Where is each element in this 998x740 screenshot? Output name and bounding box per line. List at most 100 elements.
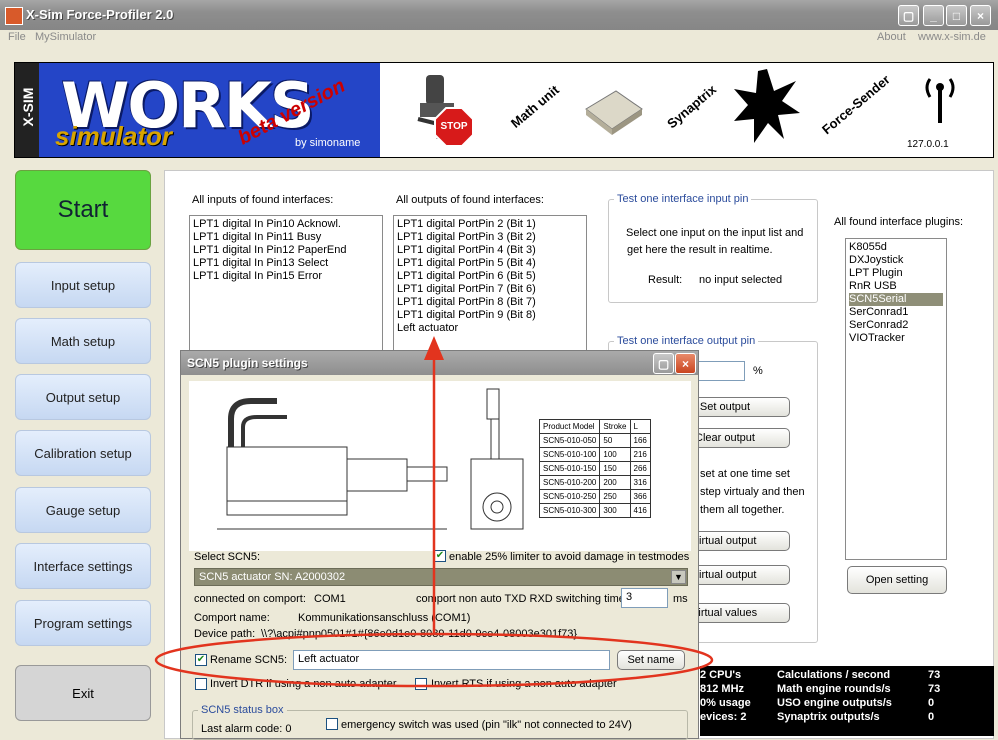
list-item[interactable]: LPT1 digital PortPin 4 (Bit 3) — [397, 244, 583, 257]
list-item[interactable]: LPT1 digital In Pin11 Busy — [193, 231, 379, 244]
list-item[interactable]: LPT1 digital PortPin 2 (Bit 1) — [397, 218, 583, 231]
list-item[interactable]: DXJoystick — [849, 254, 943, 267]
menu-file[interactable]: File — [8, 31, 26, 43]
math-unit-text: Math unit — [507, 82, 562, 131]
start-button[interactable]: Start — [15, 170, 151, 250]
switching-time-label: comport non auto TXD RXD switching time — [416, 593, 625, 605]
stat-mhz: 812 MHz — [700, 683, 745, 695]
dialog-close-button[interactable]: × — [675, 353, 696, 374]
list-item[interactable]: Left actuator — [397, 322, 583, 335]
invert-rts-checkbox[interactable] — [415, 678, 427, 690]
stats-panel: 2 CPU's 812 MHz 0% usage evices: 2 Calcu… — [700, 666, 994, 736]
list-item[interactable]: LPT1 digital PortPin 5 (Bit 4) — [397, 257, 583, 270]
table-row: SCN5-010-200 200 316 — [538, 475, 651, 490]
switching-time-input[interactable]: 3 — [621, 588, 668, 608]
website-link[interactable]: www.x-sim.de — [918, 31, 986, 43]
list-item[interactable]: LPT1 digital In Pin15 Error — [193, 270, 379, 283]
menu-about[interactable]: About — [877, 31, 906, 43]
calibration-setup-button[interactable]: Calibration setup — [15, 430, 151, 476]
set-name-button[interactable]: Set name — [617, 650, 685, 670]
math-setup-button[interactable]: Math setup — [15, 318, 151, 364]
ip-address: 127.0.0.1 — [907, 139, 949, 150]
test-output-title: Test one interface output pin — [614, 335, 759, 347]
dialog-restore-button[interactable]: ▢ — [653, 353, 674, 374]
output-setup-button[interactable]: Output setup — [15, 374, 151, 420]
test-input-title: Test one interface input pin — [614, 193, 752, 205]
cpu-icon — [585, 90, 643, 135]
outputs-list[interactable]: LPT1 digital PortPin 2 (Bit 1) LPT1 digi… — [393, 215, 587, 355]
minimize-button[interactable]: _ — [923, 5, 944, 26]
close-button[interactable]: × — [970, 5, 991, 26]
rename-checkbox[interactable]: ✔ — [195, 654, 207, 666]
by-text: by simoname — [295, 137, 361, 149]
list-item[interactable]: LPT1 digital In Pin13 Select — [193, 257, 379, 270]
chevron-down-icon[interactable]: ▼ — [671, 570, 686, 584]
exit-button[interactable]: Exit — [15, 665, 151, 721]
result-value: no input selected — [699, 274, 783, 286]
list-item[interactable]: SerConrad2 — [849, 319, 943, 332]
list-item[interactable]: LPT1 digital In Pin12 PaperEnd — [193, 244, 379, 257]
rename-input[interactable]: Left actuator — [293, 650, 610, 670]
dialog-title-bar: SCN5 plugin settings ▢ × — [181, 351, 698, 375]
stat-value-uso: 0 — [928, 697, 935, 709]
inputs-list[interactable]: LPT1 digital In Pin10 Acknowl. LPT1 digi… — [189, 215, 383, 355]
stop-text: STOP — [440, 121, 468, 132]
table-cell: 300 — [599, 503, 631, 518]
list-item[interactable]: LPT1 digital PortPin 9 (Bit 8) — [397, 309, 583, 322]
burst-icon — [734, 69, 800, 143]
list-item[interactable]: RnR USB — [849, 280, 943, 293]
product-model-table: Product Model Stroke L SCN5-010-050 50 1… — [538, 419, 651, 518]
table-cell: 200 — [599, 475, 631, 490]
scn5-select[interactable]: SCN5 actuator SN: A2000302 ▼ — [194, 568, 688, 586]
program-settings-button[interactable]: Program settings — [15, 600, 151, 646]
input-setup-button[interactable]: Input setup — [15, 262, 151, 308]
actuator-side-view-icon — [217, 398, 448, 530]
output-percent-input[interactable] — [697, 361, 745, 381]
maximize-button[interactable]: □ — [946, 5, 967, 26]
stat-devices: evices: 2 — [700, 711, 747, 723]
list-item-selected[interactable]: SCN5Serial — [849, 293, 943, 306]
table-cell: 166 — [629, 433, 651, 448]
plugins-label: All found interface plugins: — [834, 216, 964, 228]
table-header: Stroke — [599, 419, 631, 434]
banner: X-SIM WORKS simulator beta version by si… — [14, 62, 994, 158]
gauge-setup-button[interactable]: Gauge setup — [15, 487, 151, 533]
table-cell: 150 — [599, 461, 631, 476]
list-item[interactable]: K8055d — [849, 241, 943, 254]
test-input-desc2: get here the result in realtime. — [627, 244, 773, 256]
restore-icon[interactable]: ▢ — [898, 5, 919, 26]
table-cell: SCN5-010-050 — [538, 433, 601, 448]
test-output-text3: them all together. — [700, 504, 785, 516]
list-item[interactable]: LPT1 digital PortPin 7 (Bit 6) — [397, 283, 583, 296]
table-cell: SCN5-010-100 — [538, 447, 601, 462]
table-cell: 416 — [629, 503, 651, 518]
table-cell: SCN5-010-200 — [538, 475, 601, 490]
list-item[interactable]: LPT1 digital PortPin 3 (Bit 2) — [397, 231, 583, 244]
stat-usage: 0% usage — [700, 697, 751, 709]
list-item[interactable]: LPT1 digital In Pin10 Acknowl. — [193, 218, 379, 231]
open-setting-button[interactable]: Open setting — [847, 566, 947, 594]
table-cell: SCN5-010-250 — [538, 489, 601, 504]
list-item[interactable]: LPT1 digital PortPin 8 (Bit 7) — [397, 296, 583, 309]
invert-dtr-checkbox[interactable] — [195, 678, 207, 690]
stat-value-synaptrix: 0 — [928, 711, 935, 723]
list-item[interactable]: SerConrad1 — [849, 306, 943, 319]
limiter-checkbox[interactable]: ✔ — [434, 550, 446, 562]
list-item[interactable]: VIOTracker — [849, 332, 943, 345]
comport-name-value: Kommunikationsanschluss (COM1) — [298, 612, 471, 624]
plugins-list[interactable]: K8055d DXJoystick LPT Plugin RnR USB SCN… — [845, 238, 947, 560]
app-icon — [5, 7, 23, 25]
list-item[interactable]: LPT1 digital PortPin 6 (Bit 5) — [397, 270, 583, 283]
emergency-checkbox[interactable] — [326, 718, 338, 730]
menu-mysimulator[interactable]: MySimulator — [35, 31, 96, 43]
interface-settings-button[interactable]: Interface settings — [15, 543, 151, 589]
list-item[interactable]: LPT Plugin — [849, 267, 943, 280]
outputs-label: All outputs of found interfaces: — [396, 194, 544, 206]
table-cell: SCN5-010-300 — [538, 503, 601, 518]
invert-rts-label: Invert RTS if using a non auto adapter — [431, 678, 617, 690]
table-row: SCN5-010-150 150 266 — [538, 461, 651, 476]
synaptrix-text: Synaptrix — [664, 81, 720, 132]
connected-label: connected on comport: — [194, 593, 306, 605]
table-row: SCN5-010-300 300 416 — [538, 503, 651, 518]
stat-value-math: 73 — [928, 683, 941, 695]
